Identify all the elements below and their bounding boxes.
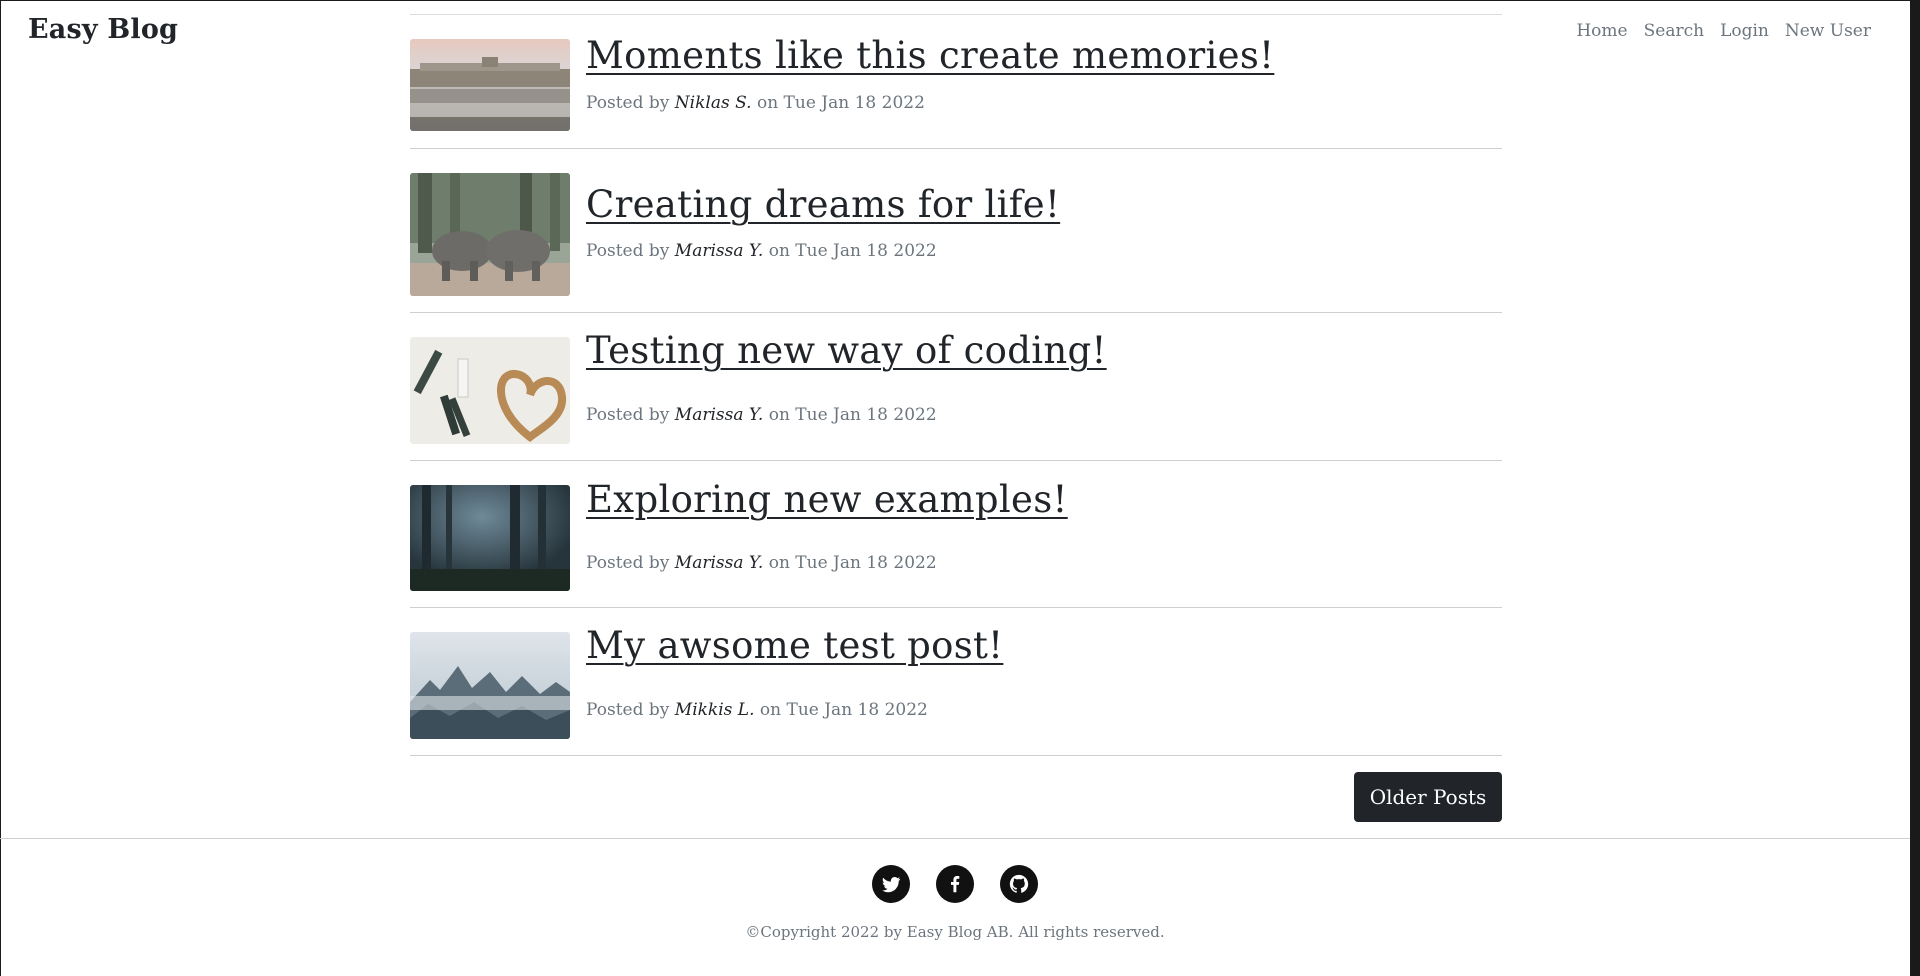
post-date: on Tue Jan 18 2022 (759, 700, 928, 720)
post-thumbnail-dark-forest[interactable] (410, 485, 570, 591)
post-meta: Posted by Marissa Y. on Tue Jan 18 2022 (586, 405, 937, 425)
post-date: on Tue Jan 18 2022 (768, 405, 937, 425)
post-author[interactable]: Mikkis L. (675, 700, 755, 720)
twitter-icon (882, 877, 901, 893)
post-author[interactable]: Niklas S. (675, 93, 752, 113)
nav-link-search[interactable]: Search (1644, 21, 1704, 41)
github-link[interactable] (1000, 865, 1038, 903)
twitter-link[interactable] (872, 865, 910, 903)
facebook-icon (950, 876, 960, 893)
post-item: Exploring new examples! Posted by Mariss… (410, 461, 1502, 608)
github-icon (1009, 874, 1029, 893)
post-title-link[interactable]: Testing new way of coding! (586, 329, 1107, 372)
post-thumbnail-misty-forest[interactable] (410, 632, 570, 739)
post-date: on Tue Jan 18 2022 (768, 241, 937, 261)
post-title-link[interactable]: Exploring new examples! (586, 478, 1068, 521)
post-title-link[interactable]: Moments like this create memories! (586, 34, 1274, 77)
posted-by-label: Posted by (586, 93, 670, 113)
posted-by-label: Posted by (586, 405, 670, 425)
post-date: on Tue Jan 18 2022 (768, 553, 937, 573)
post-title-link[interactable]: My awsome test post! (586, 624, 1003, 667)
post-thumbnail-elephants[interactable] (410, 173, 570, 296)
post-item: Moments like this create memories! Poste… (410, 14, 1502, 149)
post-date: on Tue Jan 18 2022 (756, 93, 925, 113)
nav-link-login[interactable]: Login (1720, 21, 1769, 41)
posted-by-label: Posted by (586, 553, 670, 573)
brand-logo[interactable]: Easy Blog (28, 14, 178, 45)
post-item: My awsome test post! Posted by Mikkis L.… (410, 608, 1502, 756)
posted-by-label: Posted by (586, 241, 670, 261)
posted-by-label: Posted by (586, 700, 670, 720)
post-meta: Posted by Marissa Y. on Tue Jan 18 2022 (586, 553, 937, 573)
copyright-text: ©Copyright 2022 by Easy Blog AB. All rig… (745, 923, 1165, 941)
nav-links: Home Search Login New User (1576, 21, 1871, 41)
older-posts-button[interactable]: Older Posts (1354, 772, 1502, 822)
post-meta: Posted by Mikkis L. on Tue Jan 18 2022 (586, 700, 928, 720)
post-item: Testing new way of coding! Posted by Mar… (410, 313, 1502, 461)
window-edge (1910, 0, 1920, 976)
post-title-link[interactable]: Creating dreams for life! (586, 183, 1060, 226)
nav-link-new-user[interactable]: New User (1785, 21, 1871, 41)
facebook-link[interactable] (936, 865, 974, 903)
footer: ©Copyright 2022 by Easy Blog AB. All rig… (0, 838, 1910, 976)
post-thumbnail-hair-heart[interactable] (410, 337, 570, 444)
post-author[interactable]: Marissa Y. (675, 405, 764, 425)
post-thumbnail-palace[interactable] (410, 39, 570, 131)
post-item: Creating dreams for life! Posted by Mari… (410, 149, 1502, 313)
post-meta: Posted by Niklas S. on Tue Jan 18 2022 (586, 93, 925, 113)
post-author[interactable]: Marissa Y. (675, 241, 764, 261)
post-meta: Posted by Marissa Y. on Tue Jan 18 2022 (586, 241, 937, 261)
nav-link-home[interactable]: Home (1576, 21, 1627, 41)
post-author[interactable]: Marissa Y. (675, 553, 764, 573)
